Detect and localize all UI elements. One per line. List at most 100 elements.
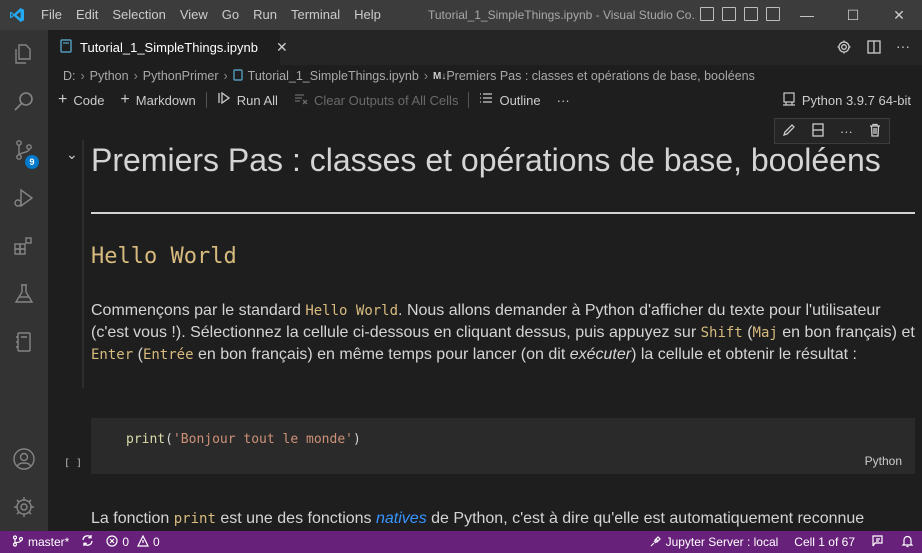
run-all-button[interactable]: Run All xyxy=(217,91,278,110)
tab-notebook[interactable]: Tutorial_1_SimpleThings.ipynb ✕ xyxy=(48,30,288,65)
maximize-button[interactable]: ☐ xyxy=(830,0,876,30)
outline-label: Outline xyxy=(499,92,541,108)
delete-trash-icon[interactable] xyxy=(868,123,882,140)
para-text: en bon français) et xyxy=(777,324,915,341)
breadcrumb-folder-pythonprimer[interactable]: PythonPrimer xyxy=(143,69,219,83)
natives-link[interactable]: natives xyxy=(376,510,427,527)
status-right: Jupyter Server : local Cell 1 of 67 xyxy=(650,531,914,553)
menu-file[interactable]: File xyxy=(34,0,69,30)
kernel-picker[interactable]: Python 3.9.7 64-bit xyxy=(782,92,911,109)
jupyter-notebook-icon[interactable] xyxy=(0,318,48,366)
notifications-bell-icon[interactable] xyxy=(901,534,914,551)
clear-all-icon xyxy=(294,91,308,110)
testing-flask-icon[interactable] xyxy=(0,270,48,318)
code-cell[interactable]: print('Bonjour tout le monde') Python xyxy=(91,418,915,474)
source-control-icon[interactable]: 9 xyxy=(0,126,48,174)
menu-run[interactable]: Run xyxy=(246,0,284,30)
toolbar-more-button[interactable]: ··· xyxy=(557,93,570,108)
split-cell-icon[interactable] xyxy=(811,122,825,140)
menu-edit[interactable]: Edit xyxy=(69,0,105,30)
plus-icon: + xyxy=(120,91,130,108)
branch-label: master* xyxy=(28,535,70,549)
inline-code: Enter xyxy=(91,347,134,363)
manage-gear-icon[interactable] xyxy=(0,483,48,531)
split-editor-icon[interactable] xyxy=(866,39,882,58)
extensions-icon[interactable] xyxy=(0,222,48,270)
breadcrumb-drive[interactable]: D: xyxy=(63,69,76,83)
toggle-panel-icon[interactable] xyxy=(722,7,736,21)
menu-view[interactable]: View xyxy=(173,0,215,30)
cell-more-icon[interactable]: ··· xyxy=(840,124,853,139)
code-paren: ) xyxy=(352,432,361,447)
chevron-right-icon: › xyxy=(80,69,85,83)
run-all-icon xyxy=(217,91,231,110)
heading-rule xyxy=(91,212,915,214)
tab-label: Tutorial_1_SimpleThings.ipynb xyxy=(80,40,259,55)
jupyter-server-label: Jupyter Server : local xyxy=(665,535,779,549)
inline-code: Shift xyxy=(700,325,743,341)
plug-icon xyxy=(650,535,662,550)
menu-help[interactable]: Help xyxy=(347,0,388,30)
run-all-label: Run All xyxy=(236,92,278,108)
explorer-icon[interactable] xyxy=(0,30,48,78)
git-branch-button[interactable]: master* xyxy=(12,534,70,550)
search-icon[interactable] xyxy=(0,78,48,126)
minimize-button[interactable]: — xyxy=(784,0,830,30)
markdown-paragraph-2: La fonction print est une des fonctions … xyxy=(91,508,922,530)
error-count: 0 xyxy=(122,535,130,549)
tab-close-button[interactable]: ✕ xyxy=(276,39,288,56)
para-text: est une des fonctions xyxy=(215,510,376,527)
breadcrumb-section[interactable]: Premiers Pas : classes et opérations de … xyxy=(446,69,755,83)
clear-outputs-button[interactable]: Clear Outputs of All Cells xyxy=(294,91,458,110)
toggle-secondary-sidebar-icon[interactable] xyxy=(744,7,758,21)
edit-pencil-icon[interactable] xyxy=(782,123,796,140)
toggle-primary-sidebar-icon[interactable] xyxy=(700,7,714,21)
chevron-right-icon: › xyxy=(423,69,428,83)
customize-layout-icon[interactable] xyxy=(766,7,780,21)
menu-go[interactable]: Go xyxy=(215,0,246,30)
close-window-button[interactable]: ✕ xyxy=(876,0,922,30)
outline-button[interactable]: Outline xyxy=(479,91,541,110)
para-text: ( xyxy=(133,346,143,363)
toolbar-divider xyxy=(468,92,470,108)
breadcrumb-file[interactable]: Tutorial_1_SimpleThings.ipynb xyxy=(248,69,419,83)
menu-bar: File Edit Selection View Go Run Terminal… xyxy=(34,0,388,30)
run-debug-icon[interactable] xyxy=(0,174,48,222)
breadcrumb: D: › Python › PythonPrimer › Tutorial_1_… xyxy=(48,65,922,87)
cell-language-label[interactable]: Python xyxy=(865,454,902,468)
window-controls: — ☐ ✕ xyxy=(784,0,922,30)
editor-tab-bar: Tutorial_1_SimpleThings.ipynb ✕ ··· xyxy=(48,30,922,65)
notebook-editor: ··· ⌄ Premiers Pas : classes et opératio… xyxy=(48,112,922,531)
code-function: print xyxy=(126,432,166,447)
code-editor[interactable]: print('Bonjour tout le monde') xyxy=(126,432,361,447)
accounts-icon[interactable] xyxy=(0,435,48,483)
cell-position[interactable]: Cell 1 of 67 xyxy=(794,535,855,549)
more-actions-icon[interactable]: ··· xyxy=(896,39,910,58)
collapse-chevron-down-icon[interactable]: ⌄ xyxy=(66,146,78,163)
cell-focus-indicator xyxy=(82,140,84,388)
breadcrumb-folder-python[interactable]: Python xyxy=(90,69,129,83)
menu-terminal[interactable]: Terminal xyxy=(284,0,347,30)
warning-count: 0 xyxy=(153,535,160,549)
editor-actions: ··· xyxy=(836,39,910,58)
para-text: ( xyxy=(742,324,753,341)
code-paren: ( xyxy=(165,432,173,447)
cell-toolbar: ··· xyxy=(774,118,890,144)
feedback-icon[interactable] xyxy=(871,534,885,551)
sync-button[interactable] xyxy=(81,534,94,550)
add-markdown-cell-button[interactable]: + Markdown xyxy=(120,91,195,109)
toolbar-divider xyxy=(205,92,207,108)
notebook-file-icon xyxy=(232,68,243,84)
add-code-cell-button[interactable]: + Code xyxy=(58,91,104,109)
problems-button[interactable]: 0 0 xyxy=(106,534,160,550)
menu-selection[interactable]: Selection xyxy=(105,0,172,30)
status-bar: master* 0 0 Jupyter Server : local Cell … xyxy=(0,531,922,553)
jupyter-server-button[interactable]: Jupyter Server : local xyxy=(650,535,779,550)
emphasis-text: exécuter xyxy=(569,346,632,363)
para-text: en bon français) en même temps pour lanc… xyxy=(193,346,570,363)
code-string: 'Bonjour tout le monde' xyxy=(172,432,353,447)
notebook-toolbar: + Code + Markdown Run All Clear Outputs … xyxy=(48,88,922,112)
list-icon xyxy=(479,91,493,110)
activity-bar: 9 xyxy=(0,30,48,531)
notebook-settings-gear-icon[interactable] xyxy=(836,39,852,58)
